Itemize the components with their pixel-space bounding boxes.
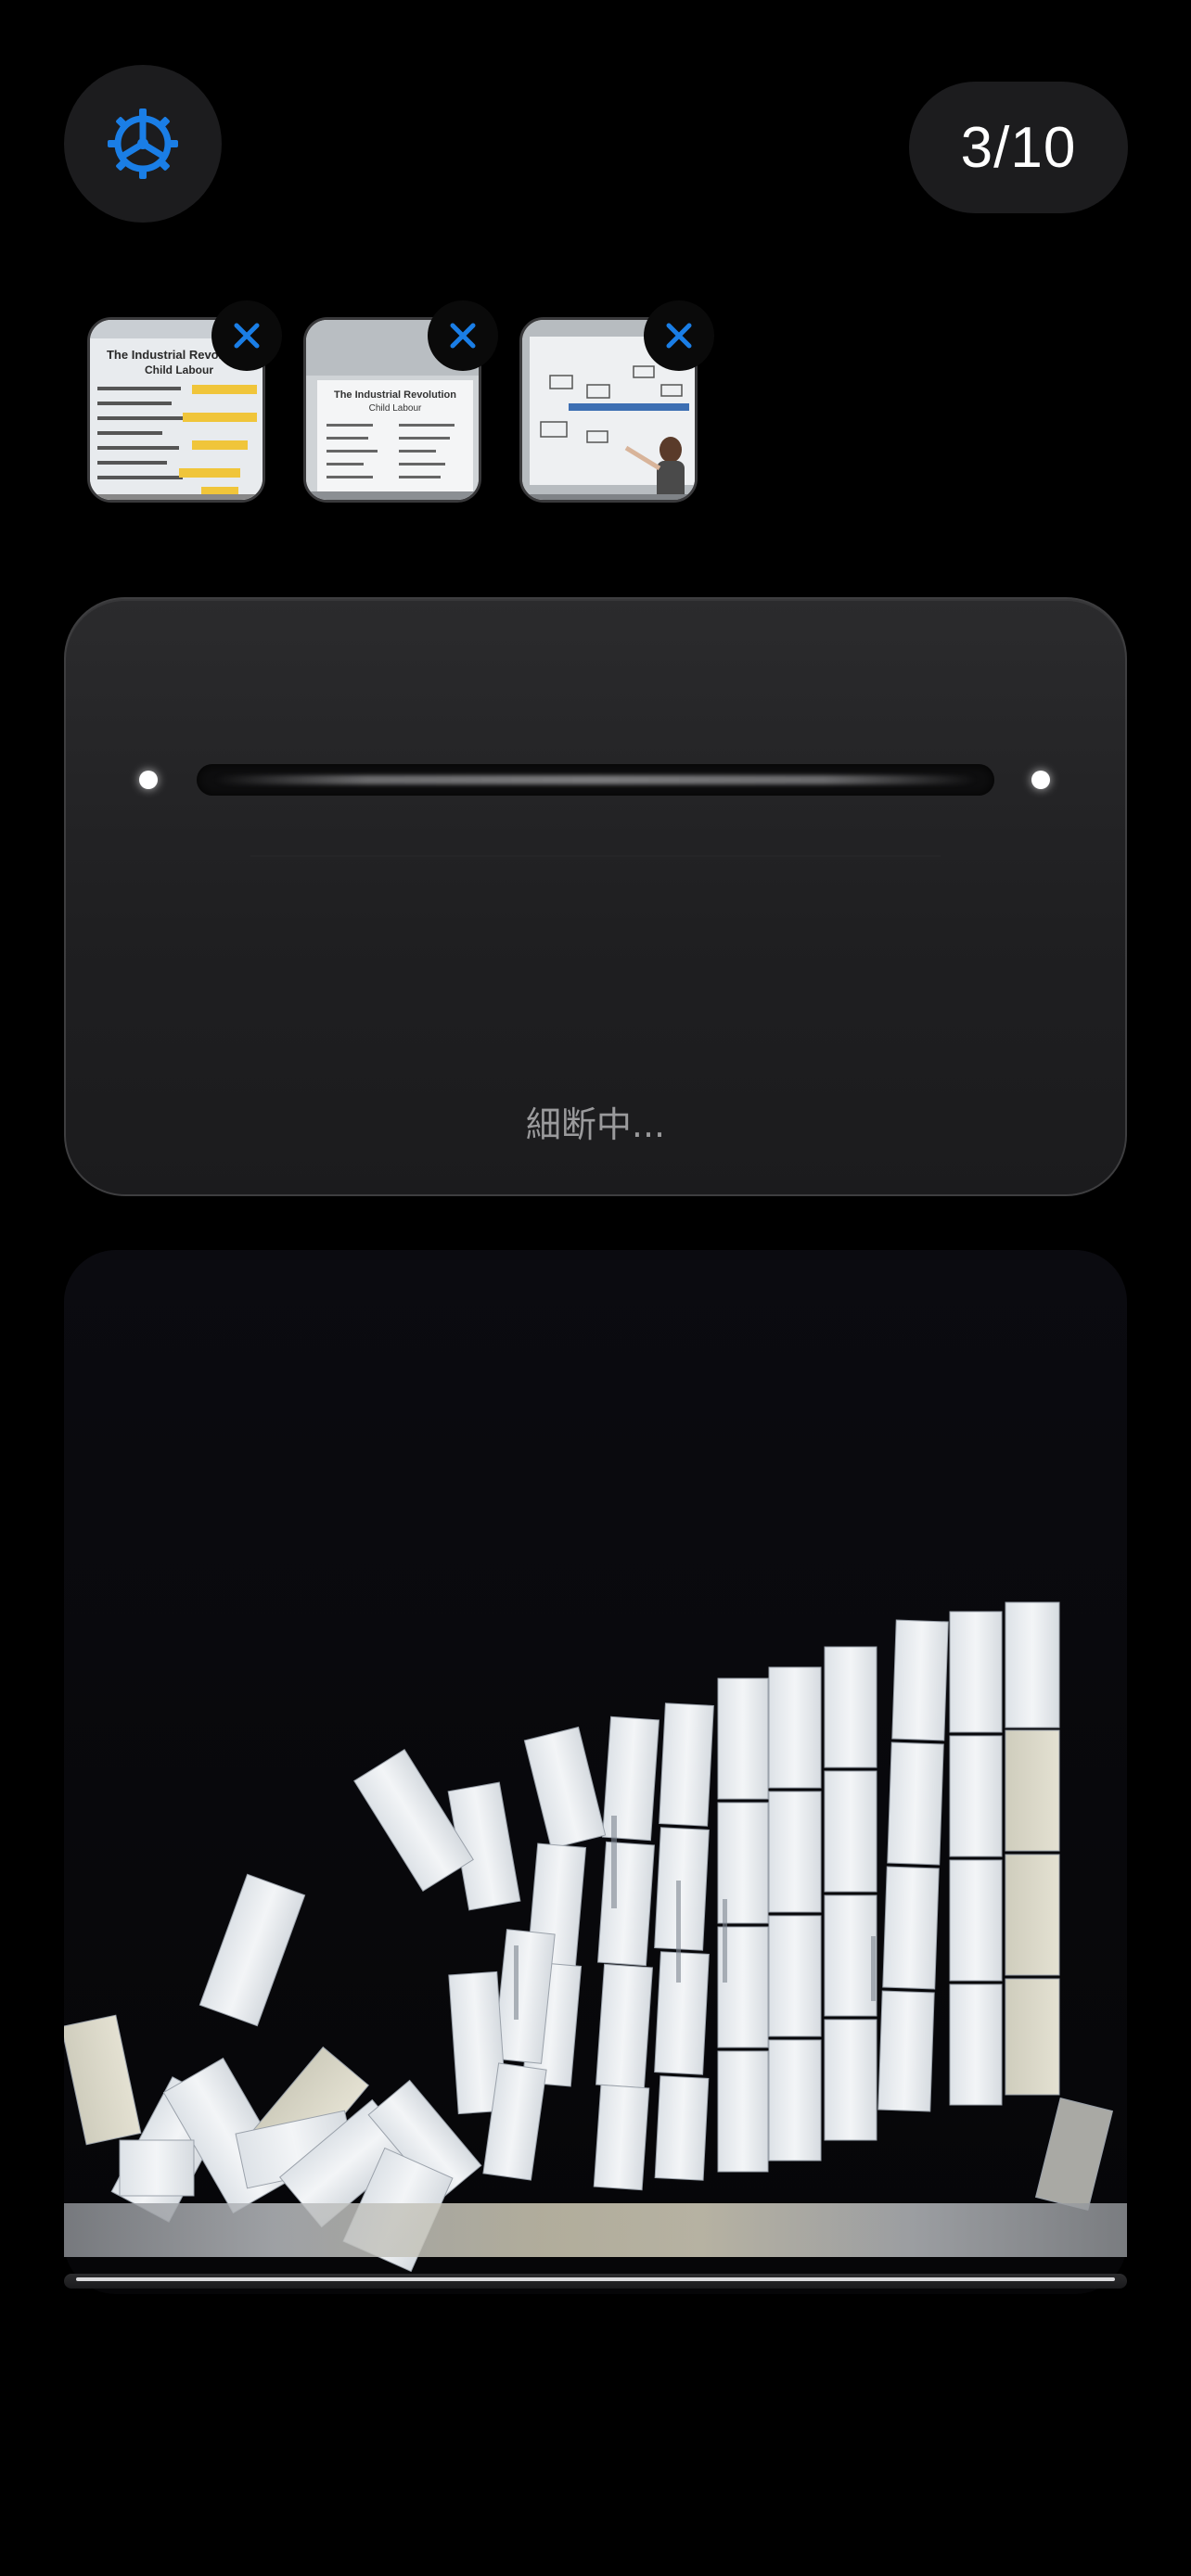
indicator-light [1031,771,1050,789]
shred-pile-floor [64,2203,1127,2257]
shredded-strips [64,1601,1114,2273]
shredder-divider [250,855,941,857]
settings-button[interactable] [64,65,222,223]
shred-bin-edge [76,2277,1115,2281]
indicator-light [139,771,158,789]
close-icon [234,323,260,349]
remove-photo-button[interactable] [428,300,498,371]
slide-subtitle: Child Labour [369,403,422,414]
shred-bin [64,1250,1127,2294]
remove-photo-button[interactable] [211,300,282,371]
shred-bin-rim [64,2274,1127,2289]
close-icon [666,323,692,349]
gear-icon [108,108,178,179]
remove-photo-button[interactable] [644,300,714,371]
shredding-status: 細断中... [525,1104,666,1145]
page-counter: 3/10 [909,82,1128,213]
slide-subtitle: Child Labour [145,363,213,376]
shredder-slot-highlight [215,775,976,784]
close-icon [450,323,476,349]
slide-title: The Industrial Revolution [334,389,456,401]
